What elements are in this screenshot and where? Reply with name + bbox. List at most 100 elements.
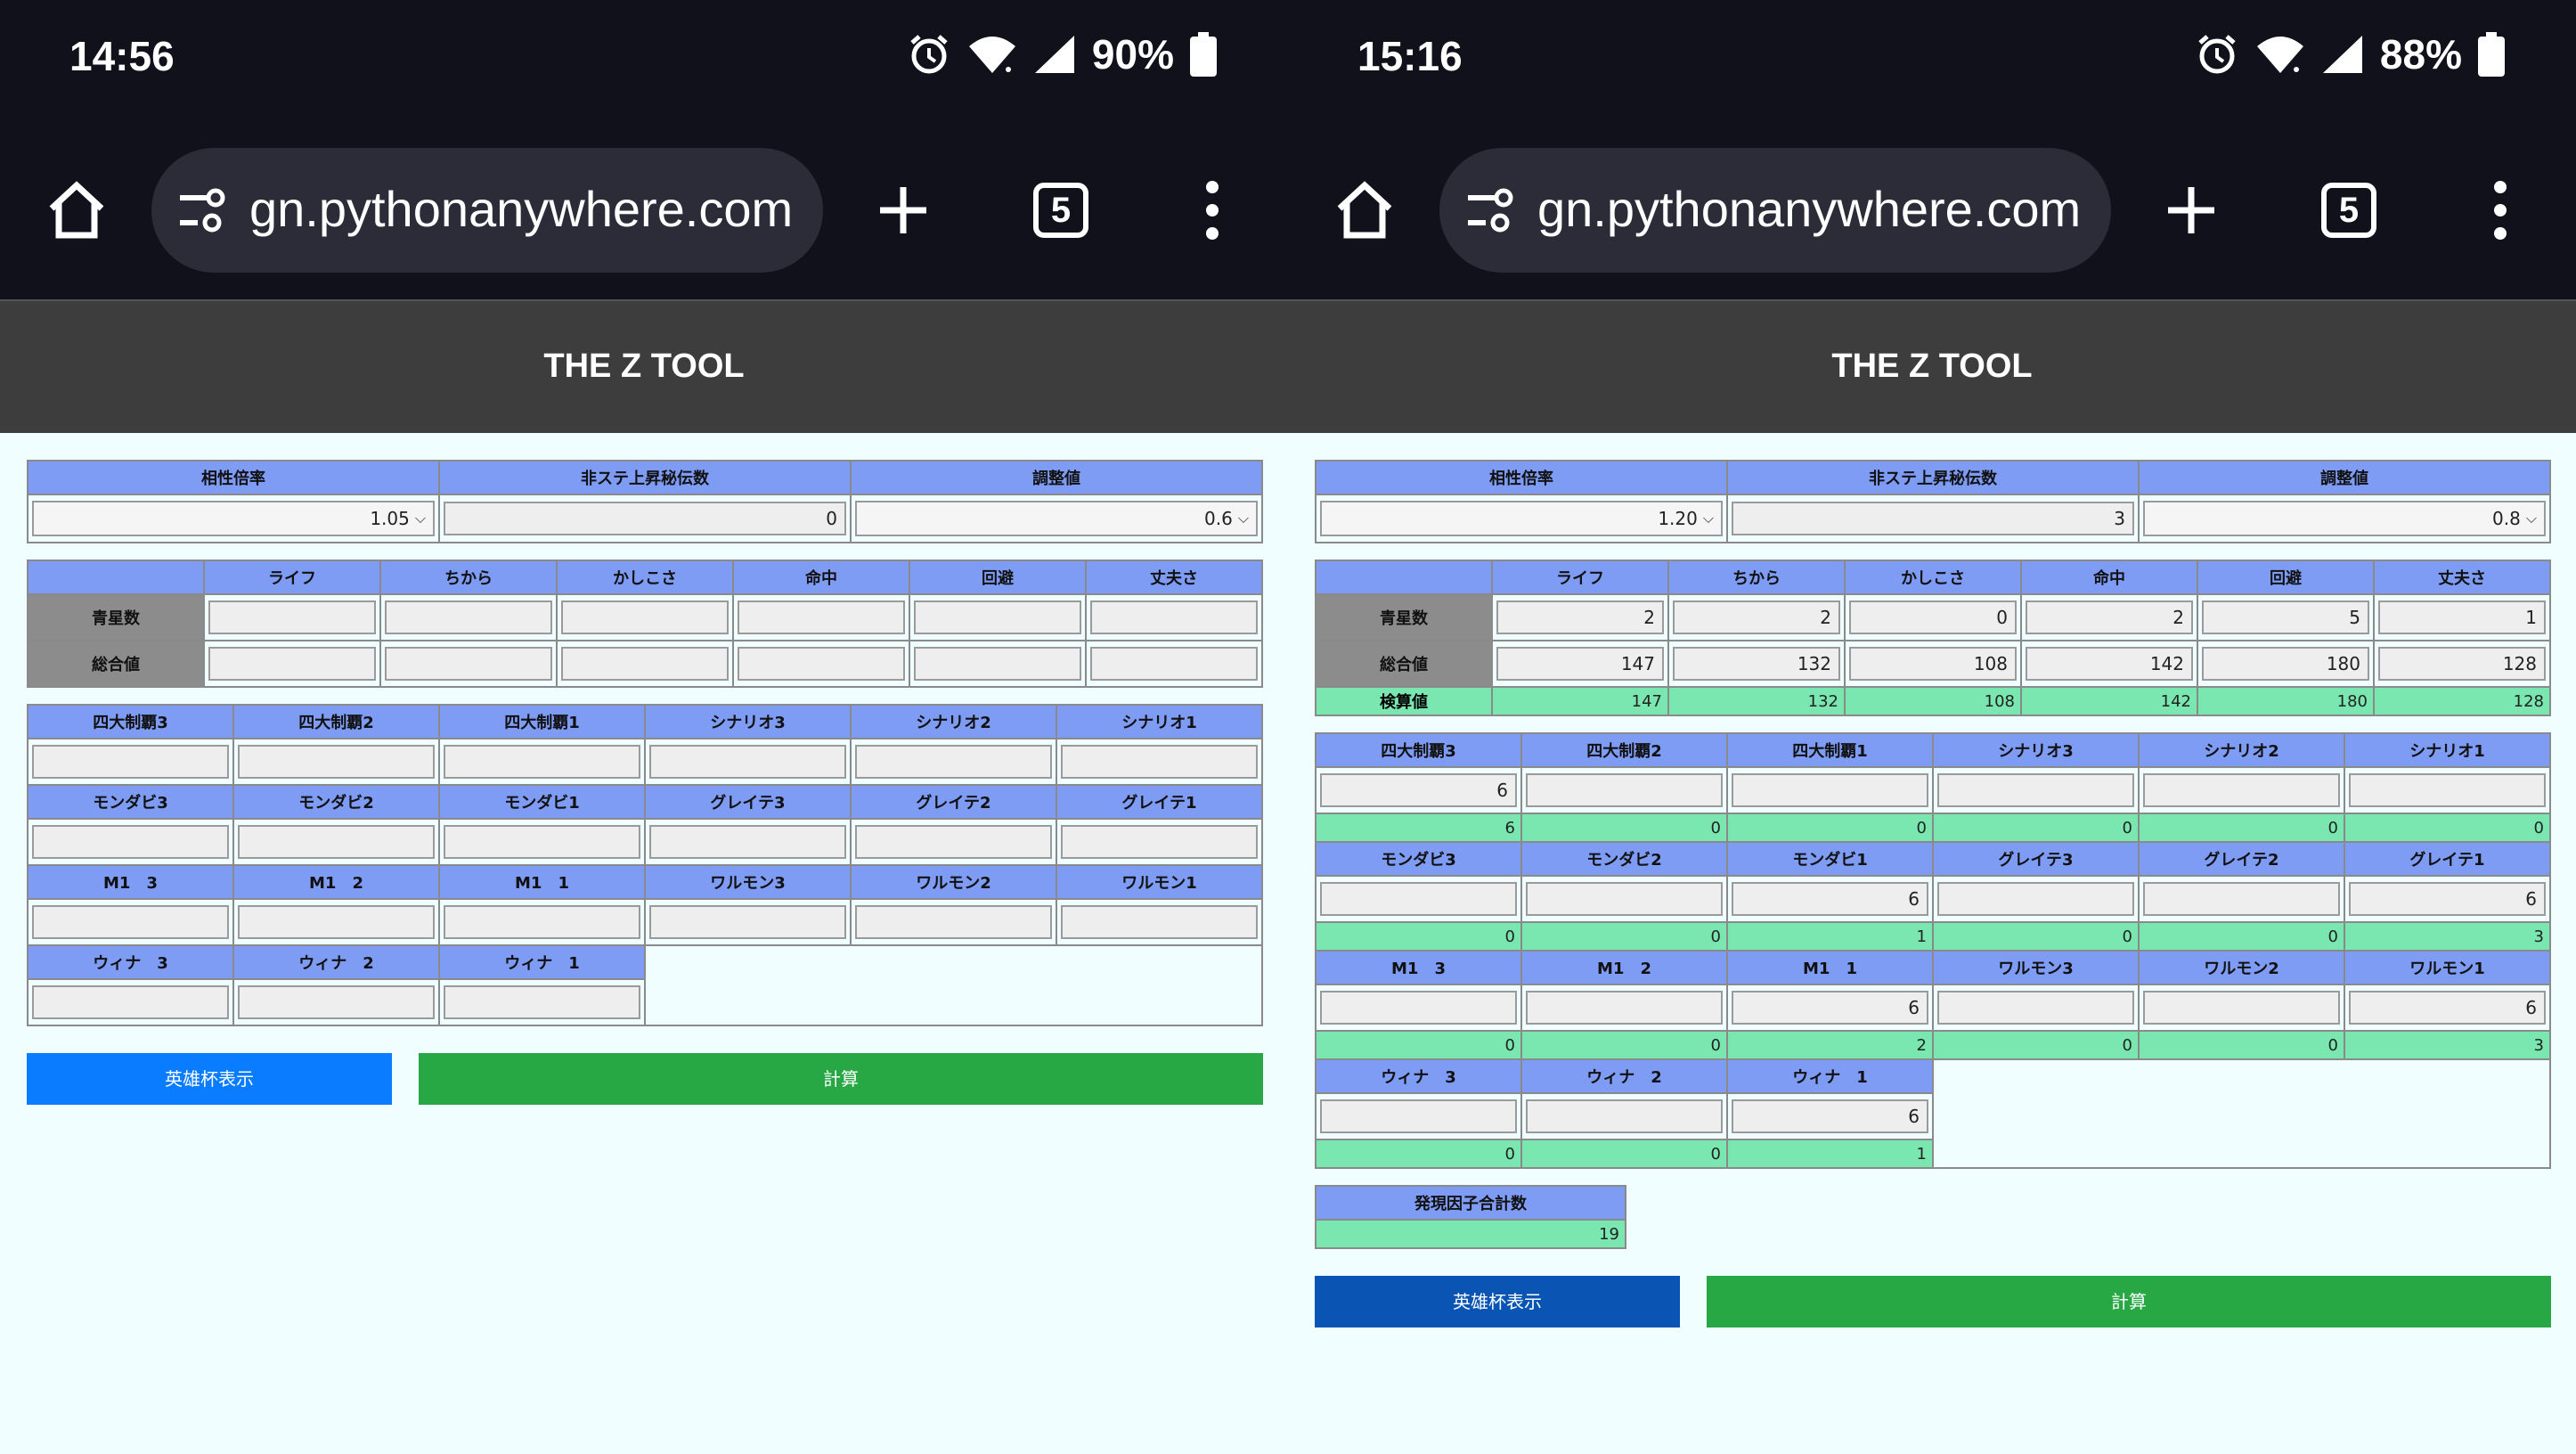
blue-star-input[interactable]	[561, 600, 729, 634]
grid-input[interactable]	[1526, 882, 1723, 916]
site-settings-icon[interactable]	[176, 187, 230, 233]
grid-input[interactable]	[1732, 773, 1928, 807]
site-settings-icon[interactable]	[1464, 187, 1518, 233]
grid-input[interactable]	[2349, 773, 2546, 807]
alarm-icon	[2198, 35, 2236, 74]
blue-star-input[interactable]: 1	[2378, 600, 2546, 634]
grid-input[interactable]	[1320, 882, 1517, 916]
more-menu-icon[interactable]	[1197, 180, 1227, 241]
grid-input[interactable]: 6	[2349, 991, 2546, 1025]
home-icon[interactable]	[45, 178, 109, 242]
summary-table: 発現因子合計数 19	[1315, 1185, 1626, 1249]
total-input[interactable]	[561, 647, 729, 681]
adjust-select[interactable]: 0.8 ⌵	[2143, 501, 2546, 536]
grid-header: グレイテ1	[1056, 784, 1263, 820]
grid-input[interactable]	[855, 825, 1052, 859]
total-input[interactable]	[914, 647, 1081, 681]
affinity-select[interactable]: 1.20 ⌵	[1320, 501, 1723, 536]
total-input[interactable]: 128	[2378, 647, 2546, 681]
grid-input[interactable]	[444, 985, 640, 1019]
blue-star-input[interactable]	[1090, 600, 1258, 634]
event-grid: 四大制覇3 四大制覇2 四大制覇1 シナリオ3 シナリオ2 シナリオ1 6 6 …	[1315, 732, 2551, 1169]
grid-input[interactable]	[238, 905, 435, 939]
grid-input[interactable]	[444, 825, 640, 859]
total-input[interactable]	[208, 647, 376, 681]
grid-input[interactable]	[649, 745, 846, 779]
tab-switcher-button[interactable]: 5	[2321, 183, 2376, 238]
blue-star-input[interactable]: 5	[2202, 600, 2369, 634]
new-tab-icon[interactable]	[2164, 184, 2218, 237]
grid-input[interactable]	[32, 825, 229, 859]
blue-star-input[interactable]: 2	[2026, 600, 2193, 634]
grid-input[interactable]	[32, 985, 229, 1019]
col-intelligence: かしこさ	[1844, 560, 2022, 595]
grid-input[interactable]	[1937, 773, 2134, 807]
tab-switcher-button[interactable]: 5	[1033, 183, 1088, 238]
blue-star-input[interactable]	[914, 600, 1081, 634]
grid-input[interactable]	[238, 825, 435, 859]
grid-input[interactable]	[1937, 991, 2134, 1025]
total-input[interactable]	[385, 647, 552, 681]
address-bar[interactable]: gn.pythonanywhere.com	[1439, 148, 2111, 273]
grid-header: ワルモン3	[1932, 950, 2140, 985]
calculate-button[interactable]: 計算	[419, 1053, 1263, 1105]
grid-input[interactable]: 6	[1732, 882, 1928, 916]
grid-input[interactable]	[444, 745, 640, 779]
grid-input[interactable]	[649, 905, 846, 939]
address-bar[interactable]: gn.pythonanywhere.com	[151, 148, 823, 273]
hero-cup-button[interactable]: 英雄杯表示	[1315, 1276, 1680, 1327]
total-input[interactable]: 132	[1673, 647, 1840, 681]
blue-star-input[interactable]: 2	[1496, 600, 1664, 634]
right-screenshot: 15:16 88% gn.pythonanywhere.com 5 THE Z …	[1288, 0, 2576, 1454]
total-input[interactable]: 108	[1849, 647, 2017, 681]
grid-input[interactable]	[1320, 991, 1517, 1025]
grid-input[interactable]	[1061, 745, 1258, 779]
blue-star-input[interactable]	[208, 600, 376, 634]
grid-input[interactable]	[2143, 991, 2340, 1025]
home-icon[interactable]	[1333, 178, 1397, 242]
grid-input[interactable]	[238, 985, 435, 1019]
grid-input[interactable]	[855, 905, 1052, 939]
grid-input[interactable]	[2143, 773, 2340, 807]
grid-input[interactable]: 6	[1732, 1099, 1928, 1133]
grid-input[interactable]	[1526, 991, 1723, 1025]
grid-input[interactable]	[1526, 1099, 1723, 1133]
total-input[interactable]: 147	[1496, 647, 1664, 681]
secret-count-input[interactable]: 3	[1732, 502, 2134, 535]
calculate-button[interactable]: 計算	[1707, 1276, 2551, 1327]
grid-header: グレイテ2	[2138, 841, 2345, 877]
main-content: 相性倍率 非ステ上昇秘伝数 調整値 1.05 ⌵ 0 0.6 ⌵ ライフ ちから か…	[27, 460, 1263, 1105]
grid-input[interactable]	[1061, 905, 1258, 939]
grid-input[interactable]	[32, 745, 229, 779]
total-input[interactable]	[738, 647, 905, 681]
grid-input[interactable]	[1061, 825, 1258, 859]
grid-input[interactable]	[1320, 1099, 1517, 1133]
blue-star-input[interactable]	[385, 600, 552, 634]
grid-input[interactable]	[649, 825, 846, 859]
grid-input[interactable]	[1937, 882, 2134, 916]
new-tab-icon[interactable]	[876, 184, 930, 237]
grid-input[interactable]	[855, 745, 1052, 779]
blue-star-input[interactable]	[738, 600, 905, 634]
grid-header: 四大制覇2	[232, 704, 440, 739]
blue-star-input[interactable]: 2	[1673, 600, 1840, 634]
stats-table: ライフ ちから かしこさ 命中 回避 丈夫さ 青星数 総合値	[27, 560, 1263, 688]
grid-input[interactable]: 6	[1732, 991, 1928, 1025]
more-menu-icon[interactable]	[2485, 180, 2515, 241]
grid-input[interactable]: 6	[2349, 882, 2546, 916]
blue-star-input[interactable]: 0	[1849, 600, 2017, 634]
grid-input[interactable]: 6	[1320, 773, 1517, 807]
grid-input[interactable]	[238, 745, 435, 779]
adjust-select[interactable]: 0.6 ⌵	[855, 501, 1258, 536]
affinity-select[interactable]: 1.05 ⌵	[32, 501, 435, 536]
grid-input[interactable]	[32, 905, 229, 939]
grid-input[interactable]	[444, 905, 640, 939]
hero-cup-button[interactable]: 英雄杯表示	[27, 1053, 392, 1105]
total-input[interactable]	[1090, 647, 1258, 681]
secret-count-input[interactable]: 0	[444, 502, 846, 535]
check-value: 180	[2197, 686, 2375, 716]
grid-input[interactable]	[2143, 882, 2340, 916]
total-input[interactable]: 180	[2202, 647, 2369, 681]
total-input[interactable]: 142	[2026, 647, 2193, 681]
grid-input[interactable]	[1526, 773, 1723, 807]
